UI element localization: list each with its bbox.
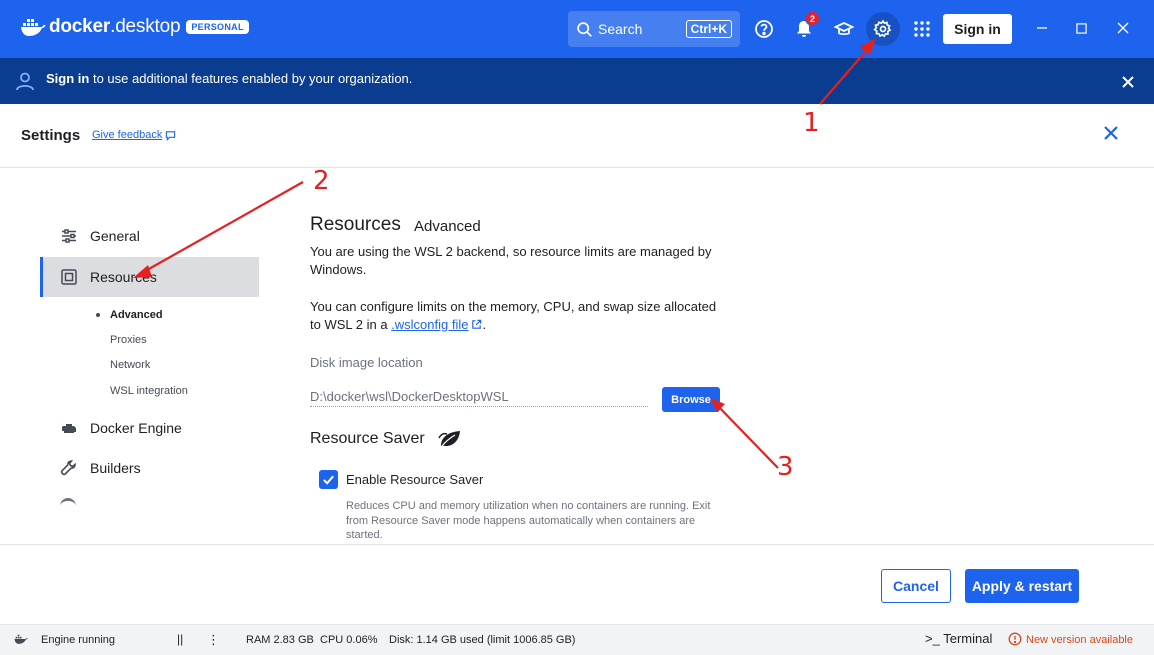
close-window-button[interactable]	[1113, 18, 1133, 38]
enable-resource-saver-label[interactable]: Enable Resource Saver	[346, 472, 483, 487]
feedback-icon	[166, 130, 176, 141]
wslconfig-note-text: You can configure limits on the memory, …	[310, 299, 717, 332]
engine-status: Engine running	[41, 634, 116, 646]
app-name-rest: .desktop	[110, 16, 181, 37]
minimize-icon	[1037, 27, 1047, 29]
settings-button[interactable]	[866, 12, 900, 46]
sign-in-button[interactable]: Sign in	[943, 14, 1012, 44]
enable-resource-saver-checkbox[interactable]	[319, 470, 338, 489]
settings-close-icon[interactable]	[1102, 124, 1120, 142]
active-subitem-dot	[96, 313, 100, 317]
docker-whale-icon	[14, 634, 28, 644]
section-subtitle: Advanced	[414, 218, 481, 235]
grid-icon	[914, 21, 930, 37]
title-bar: docker.desktop PERSONAL Search Ctrl+K 2 …	[0, 0, 1154, 58]
sidebar-subitem-wsl-integration[interactable]: WSL integration	[110, 385, 188, 397]
search-label: Search	[598, 21, 643, 37]
notifications-button[interactable]: 2	[789, 11, 820, 44]
sidebar-subitem-network[interactable]: Network	[110, 359, 150, 371]
terminal-button[interactable]: >_ Terminal	[925, 631, 992, 646]
disk-image-location-input[interactable]	[310, 387, 648, 407]
gear-icon	[873, 19, 892, 38]
pause-button[interactable]: ||	[177, 632, 183, 646]
docker-logo: docker.desktop PERSONAL	[20, 16, 249, 38]
wslconfig-note: You can configure limits on the memory, …	[310, 298, 730, 334]
cancel-button[interactable]: Cancel	[881, 569, 951, 603]
leaf-icon	[438, 431, 460, 447]
extensions-grid-button[interactable]	[907, 14, 937, 44]
maximize-icon	[1075, 22, 1087, 34]
banner-sign-in-link[interactable]: Sign in	[46, 71, 89, 86]
search-icon	[577, 21, 592, 37]
resources-icon	[61, 269, 77, 285]
settings-sidebar: General Resources Advanced Proxies Netwo…	[0, 168, 280, 544]
minimize-button[interactable]	[1032, 18, 1052, 38]
disk-usage: Disk: 1.14 GB used (limit 1006.85 GB)	[389, 634, 576, 646]
terminal-icon: >_	[925, 631, 940, 646]
wrench-icon	[60, 460, 76, 476]
external-link-icon	[472, 319, 482, 329]
edition-badge: PERSONAL	[186, 20, 249, 34]
resources-panel: Resources Advanced You are using the WSL…	[310, 168, 1010, 544]
annotation-number-2: 2	[313, 166, 330, 196]
browse-button[interactable]: Browse	[662, 387, 720, 412]
sidebar-item-general[interactable]: General	[40, 216, 259, 256]
search-shortcut: Ctrl+K	[685, 20, 732, 38]
sidebar-item-label: Builders	[90, 460, 141, 476]
sidebar-item-resources[interactable]: Resources	[40, 257, 259, 297]
sidebar-item-label: Docker Engine	[90, 420, 182, 436]
graduation-cap-icon	[834, 22, 854, 36]
engine-icon	[62, 424, 76, 433]
resource-saver-help: Reduces CPU and memory utilization when …	[346, 500, 711, 541]
sidebar-next-item-icon-partial	[60, 498, 76, 508]
new-version-link[interactable]: New version available	[1026, 634, 1133, 646]
cpu-usage: CPU 0.06%	[320, 634, 378, 646]
annotation-number-1: 1	[803, 108, 820, 138]
maximize-button[interactable]	[1071, 18, 1091, 38]
sidebar-item-label: Resources	[90, 269, 157, 285]
sidebar-item-builders[interactable]: Builders	[40, 448, 259, 488]
ram-usage: RAM 2.83 GB	[246, 634, 314, 646]
disk-image-location-label: Disk image location	[310, 355, 423, 370]
help-button[interactable]	[749, 14, 779, 44]
page-title: Settings	[21, 127, 81, 144]
give-feedback-link[interactable]: Give feedback	[92, 129, 176, 141]
banner-message: Sign in to use additional features enabl…	[46, 71, 412, 86]
banner-message-rest: to use additional features enabled by yo…	[89, 71, 413, 86]
sidebar-subitem-proxies[interactable]: Proxies	[110, 334, 147, 346]
settings-header: Settings Give feedback	[0, 104, 1154, 168]
close-icon	[1117, 22, 1129, 34]
sidebar-item-docker-engine[interactable]: Docker Engine	[40, 408, 259, 448]
apply-restart-button[interactable]: Apply & restart	[965, 569, 1079, 603]
status-bar: Engine running || ⋮ RAM 2.83 GB CPU 0.06…	[0, 624, 1154, 655]
checkmark-icon	[323, 475, 334, 485]
app-name-bold: docker	[49, 16, 111, 37]
notification-badge: 2	[805, 11, 820, 26]
more-options-button[interactable]: ⋮	[207, 632, 220, 648]
help-icon	[755, 20, 773, 38]
sign-in-banner: Sign in to use additional features enabl…	[0, 58, 1154, 104]
section-title: Resources	[310, 214, 401, 235]
wsl-backend-note: You are using the WSL 2 backend, so reso…	[310, 244, 712, 277]
learning-center-button[interactable]	[829, 14, 859, 44]
settings-actions: Cancel Apply & restart	[0, 544, 1154, 624]
resource-saver-title: Resource Saver	[310, 430, 425, 447]
terminal-label: Terminal	[943, 631, 993, 646]
wslconfig-note-end: .	[482, 317, 487, 332]
annotation-number-3: 3	[777, 452, 794, 482]
user-icon	[16, 72, 34, 91]
search-button[interactable]: Search Ctrl+K	[568, 11, 740, 47]
banner-close-icon[interactable]	[1119, 73, 1137, 91]
wslconfig-link[interactable]: .wslconfig file	[391, 317, 468, 332]
sidebar-item-label: General	[90, 228, 140, 244]
docker-whale-icon	[21, 19, 46, 36]
give-feedback-label: Give feedback	[92, 129, 163, 141]
warning-icon	[1008, 632, 1022, 646]
sidebar-subitem-advanced[interactable]: Advanced	[110, 309, 163, 321]
sliders-icon	[62, 229, 76, 243]
